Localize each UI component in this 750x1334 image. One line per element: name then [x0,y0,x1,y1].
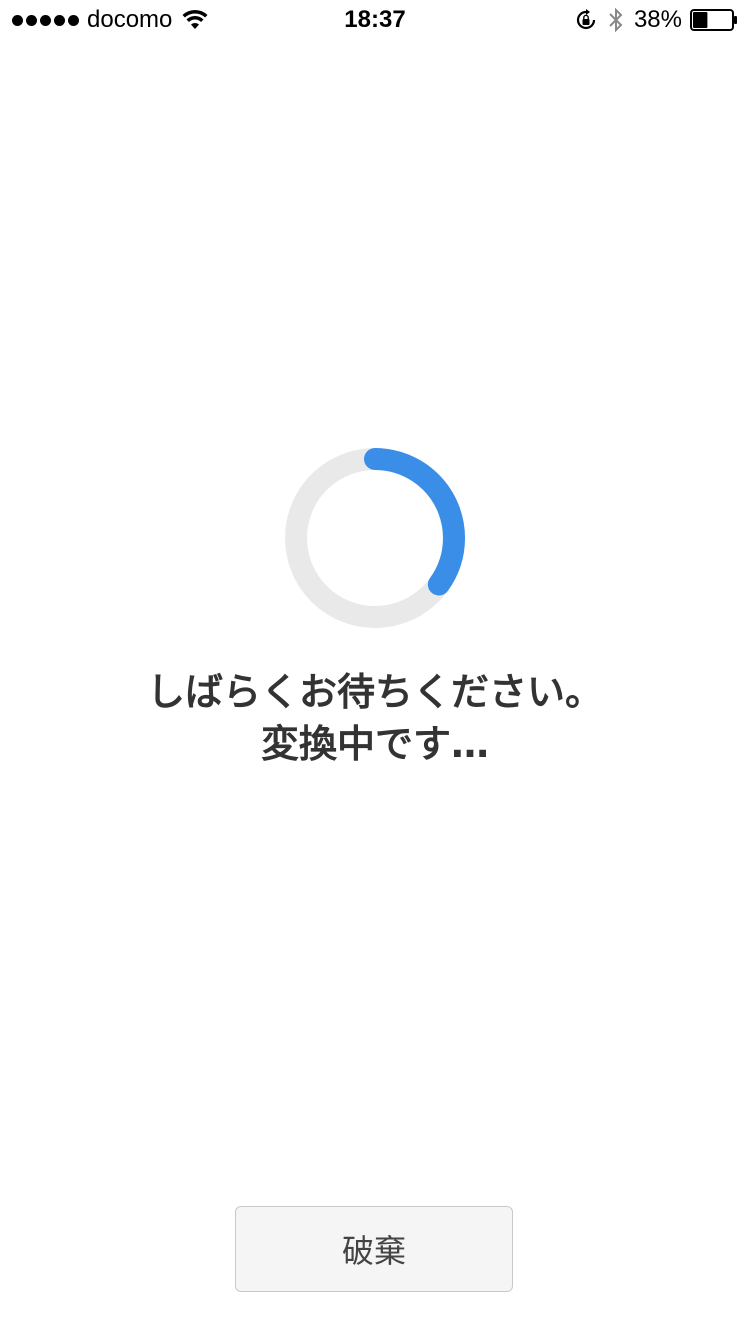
bluetooth-icon [609,7,623,33]
progress-ring [285,448,465,628]
battery-icon [690,9,737,31]
battery-percent: 38% [633,6,682,33]
status-bar: docomo 18:37 38% [0,0,750,40]
status-message: しばらくお待ちください。 変換中です… [0,666,750,770]
rotation-lock-icon [576,9,596,30]
status-right: 38% [574,6,738,34]
discard-button[interactable]: 破棄 [235,1206,513,1292]
wait-message: しばらくお待ちください。 [146,670,603,714]
converting-message: 変換中です… [260,722,489,766]
